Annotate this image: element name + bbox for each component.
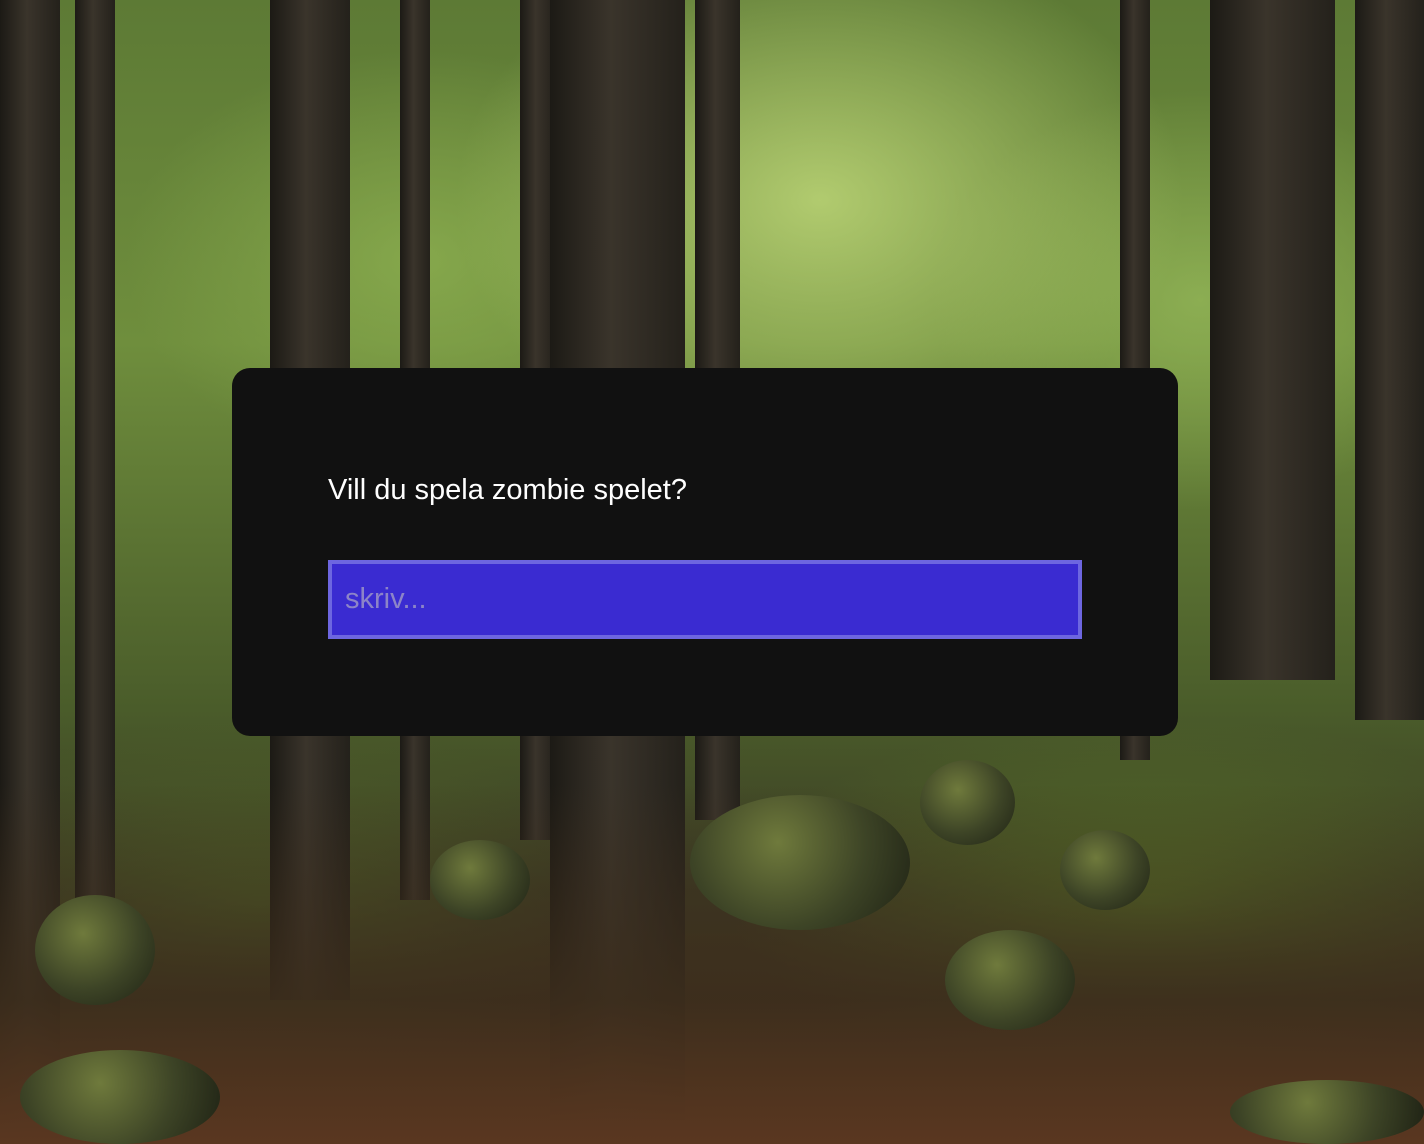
question-text: Vill du spela zombie spelet?: [328, 474, 687, 506]
mossy-rock: [430, 840, 530, 920]
mossy-rock: [920, 760, 1015, 845]
mossy-rock: [1060, 830, 1150, 910]
mossy-rock: [35, 895, 155, 1005]
tree-trunk: [1355, 0, 1424, 720]
tree-trunk: [1210, 0, 1335, 680]
mossy-rock: [690, 795, 910, 930]
question-dialog: Vill du spela zombie spelet?: [232, 368, 1178, 736]
mossy-rock: [20, 1050, 220, 1144]
answer-input[interactable]: [328, 560, 1082, 639]
mossy-rock: [945, 930, 1075, 1030]
mossy-rock: [1230, 1080, 1424, 1144]
